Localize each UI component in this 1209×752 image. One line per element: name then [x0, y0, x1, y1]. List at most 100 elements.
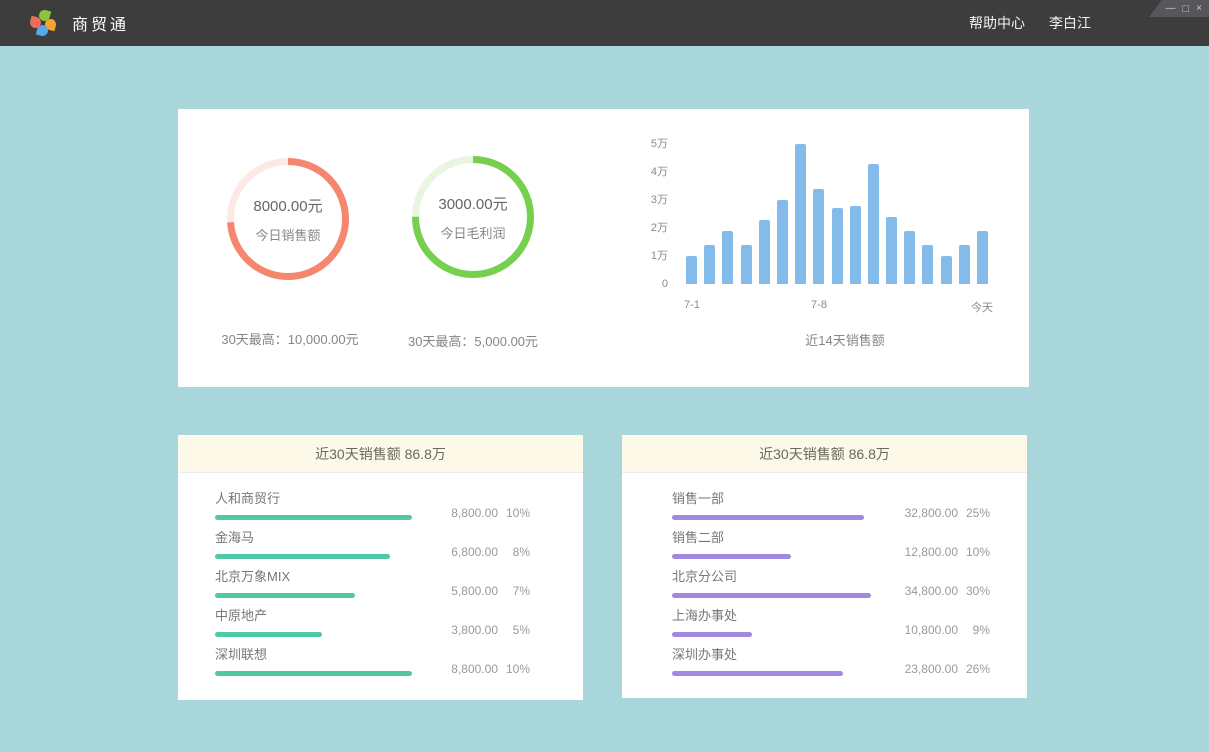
bar-chart-title: 近14天销售额 [805, 330, 884, 349]
list-row: 人和商贸行8,800.0010% [215, 491, 530, 520]
row-left: 北京分公司 [672, 569, 878, 598]
row-numbers: 8,800.0010% [418, 506, 530, 520]
title-bar: 商贸通 帮助中心 李白江 [0, 0, 1209, 46]
list-row: 深圳办事处23,800.0026% [672, 647, 990, 676]
list-row: 北京万象MIX5,800.007% [215, 569, 530, 598]
row-value: 5,800.00 [418, 584, 498, 598]
row-numbers: 32,800.0025% [878, 506, 990, 520]
username-link[interactable]: 李白江 [1049, 13, 1091, 33]
bar [922, 245, 933, 284]
row-label: 深圳办事处 [672, 647, 878, 663]
row-numbers: 23,800.0026% [878, 662, 990, 676]
row-label: 上海办事处 [672, 608, 878, 624]
list-row: 深圳联想8,800.0010% [215, 647, 530, 676]
bar [941, 256, 952, 284]
bar-chart-y-axis: 01万2万3万4万5万 [618, 144, 668, 284]
maximize-icon[interactable]: □ [1183, 1, 1190, 17]
row-left: 销售一部 [672, 491, 878, 520]
today-profit-value: 3000.00元 [438, 193, 507, 214]
row-progress-bar [215, 515, 412, 520]
row-numbers: 10,800.009% [878, 623, 990, 637]
bar [704, 245, 715, 284]
row-value: 8,800.00 [418, 662, 498, 676]
list-row: 金海马6,800.008% [215, 530, 530, 559]
row-percent: 10% [958, 545, 990, 559]
list-row: 中原地产3,800.005% [215, 608, 530, 637]
bar [904, 231, 915, 284]
today-sales-caption: 今日销售额 [255, 225, 320, 244]
row-percent: 30% [958, 584, 990, 598]
list-row: 销售一部32,800.0025% [672, 491, 990, 520]
row-value: 10,800.00 [878, 623, 958, 637]
row-label: 销售一部 [672, 491, 878, 507]
help-center-link[interactable]: 帮助中心 [969, 13, 1025, 33]
row-label: 金海马 [215, 530, 418, 546]
row-percent: 10% [498, 662, 530, 676]
row-percent: 5% [498, 623, 530, 637]
bar [832, 208, 843, 284]
y-tick-label: 2万 [651, 221, 668, 235]
row-left: 上海办事处 [672, 608, 878, 637]
row-numbers: 12,800.0010% [878, 545, 990, 559]
list-row: 销售二部12,800.0010% [672, 530, 990, 559]
customers-rows: 人和商贸行8,800.0010%金海马6,800.008%北京万象MIX5,80… [178, 473, 583, 676]
bar-chart-bars [686, 144, 988, 284]
today-profit-caption: 今日毛利润 [440, 223, 505, 242]
row-value: 8,800.00 [418, 506, 498, 520]
row-label: 北京分公司 [672, 569, 878, 585]
close-icon[interactable]: × [1196, 1, 1202, 17]
row-progress-bar [672, 554, 791, 559]
departments-sales-card: 近30天销售额 86.8万 销售一部32,800.0025%销售二部12,800… [622, 435, 1027, 698]
row-progress-bar [215, 632, 322, 637]
row-progress-bar [672, 593, 871, 598]
row-progress-bar [672, 632, 752, 637]
x-tick-label: 7-1 [684, 299, 700, 311]
row-left: 北京万象MIX [215, 569, 418, 598]
today-sales-value: 8000.00元 [253, 195, 322, 216]
row-numbers: 6,800.008% [418, 545, 530, 559]
row-value: 6,800.00 [418, 545, 498, 559]
row-percent: 8% [498, 545, 530, 559]
bar [959, 245, 970, 284]
list-row: 北京分公司34,800.0030% [672, 569, 990, 598]
row-progress-bar [672, 671, 843, 676]
bar [977, 231, 988, 284]
row-left: 中原地产 [215, 608, 418, 637]
overview-card: 8000.00元 今日销售额 3000.00元 今日毛利润 30天最高：10,0… [178, 109, 1029, 387]
row-label: 销售二部 [672, 530, 878, 546]
bar [722, 231, 733, 284]
row-percent: 9% [958, 623, 990, 637]
profit-30day-max-note: 30天最高：5,000.00元 [408, 331, 538, 350]
y-tick-label: 3万 [651, 193, 668, 207]
customers-card-title: 近30天销售额 86.8万 [315, 444, 446, 464]
row-percent: 7% [498, 584, 530, 598]
row-value: 34,800.00 [878, 584, 958, 598]
customers-card-header: 近30天销售额 86.8万 [178, 435, 583, 473]
bar [886, 217, 897, 284]
customers-sales-card: 近30天销售额 86.8万 人和商贸行8,800.0010%金海马6,800.0… [178, 435, 583, 700]
bar [868, 164, 879, 284]
bar [759, 220, 770, 284]
row-label: 中原地产 [215, 608, 418, 624]
app-logo-pinwheel-icon [30, 10, 56, 36]
row-left: 深圳联想 [215, 647, 418, 676]
row-progress-bar [215, 671, 412, 676]
list-row: 上海办事处10,800.009% [672, 608, 990, 637]
row-numbers: 8,800.0010% [418, 662, 530, 676]
row-left: 销售二部 [672, 530, 878, 559]
row-progress-bar [215, 554, 390, 559]
y-tick-label: 4万 [651, 165, 668, 179]
departments-card-header: 近30天销售额 86.8万 [622, 435, 1027, 473]
minimize-icon[interactable]: — [1166, 1, 1176, 17]
row-label: 北京万象MIX [215, 569, 418, 585]
y-tick-label: 5万 [651, 137, 668, 151]
bar [741, 245, 752, 284]
row-progress-bar [215, 593, 355, 598]
row-left: 人和商贸行 [215, 491, 418, 520]
row-value: 23,800.00 [878, 662, 958, 676]
x-tick-label: 今天 [971, 299, 993, 315]
row-percent: 25% [958, 506, 990, 520]
bar [850, 206, 861, 284]
row-left: 深圳办事处 [672, 647, 878, 676]
row-numbers: 5,800.007% [418, 584, 530, 598]
